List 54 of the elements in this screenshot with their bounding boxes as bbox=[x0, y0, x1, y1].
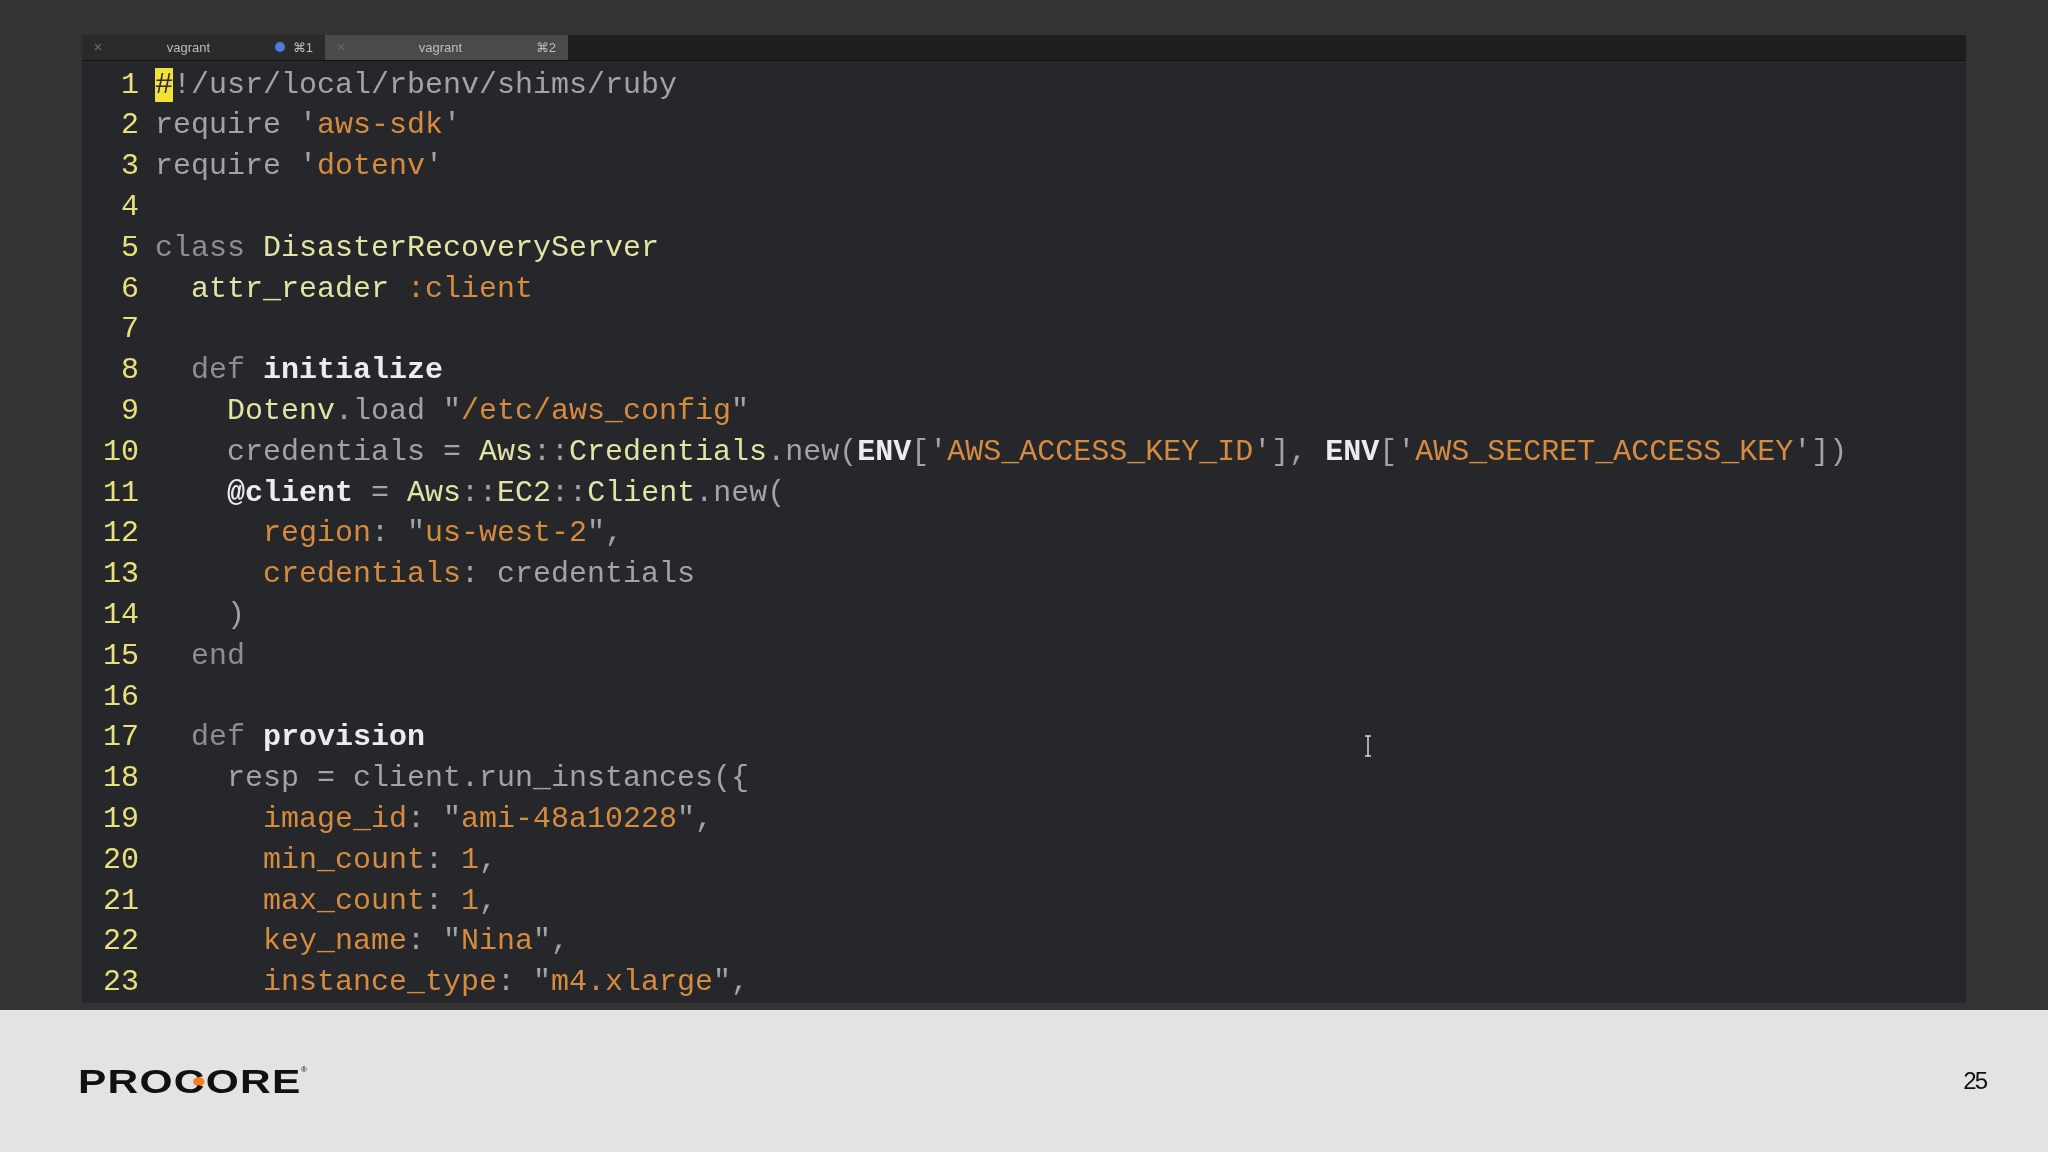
line-number: 18 bbox=[102, 760, 139, 798]
tab-shortcut: ⌘2 bbox=[535, 38, 556, 57]
line-number: 5 bbox=[120, 229, 139, 267]
line-number: 4 bbox=[120, 189, 139, 227]
code-line: Dotenv.load "/etc/aws_config" bbox=[226, 393, 750, 431]
registered-mark: ® bbox=[300, 1064, 307, 1076]
close-icon[interactable] bbox=[94, 43, 102, 52]
code-line: ) bbox=[226, 597, 245, 635]
line-number: 2 bbox=[120, 107, 139, 145]
code-line: key_name: "Nina", bbox=[262, 923, 570, 961]
code-line: image_id: "ami-48a10228", bbox=[262, 801, 714, 838]
code-line: end bbox=[190, 637, 245, 675]
code-line: @client = Aws::EC2::Client.new( bbox=[226, 474, 786, 512]
terminal-tab[interactable]: vagrant ⌘1 bbox=[82, 35, 325, 60]
code-line: region: "us-west-2", bbox=[262, 515, 624, 553]
tab-title: vagrant bbox=[417, 38, 464, 57]
code-line: require 'aws-sdk' bbox=[155, 107, 462, 145]
line-number: 21 bbox=[102, 882, 139, 920]
page-number: 25 bbox=[1963, 1066, 1986, 1096]
line-number: 12 bbox=[102, 515, 139, 553]
code-line: resp = client.run_instances({ bbox=[226, 760, 750, 798]
line-number: 22 bbox=[102, 923, 139, 961]
line-number: 3 bbox=[120, 148, 139, 186]
line-number: 11 bbox=[102, 474, 139, 512]
line-number: 1 bbox=[120, 66, 139, 104]
text-cursor-icon bbox=[1364, 734, 1372, 757]
line-number: 14 bbox=[102, 597, 139, 635]
code-line: instance_type: "m4.xlarge", bbox=[262, 964, 750, 1002]
line-number: 8 bbox=[120, 352, 139, 390]
line-number: 15 bbox=[102, 637, 139, 675]
line-number: 19 bbox=[102, 801, 139, 838]
close-icon[interactable] bbox=[337, 43, 345, 52]
code-line: credentials: credentials bbox=[262, 556, 696, 594]
code-line: #!/usr/local/rbenv/shims/ruby bbox=[155, 66, 678, 104]
line-number: 7 bbox=[120, 311, 139, 349]
code-line: require 'dotenv' bbox=[155, 148, 444, 186]
line-number: 10 bbox=[102, 433, 139, 471]
line-number: 9 bbox=[120, 393, 139, 431]
code-line: max_count: 1, bbox=[262, 882, 498, 920]
terminal-tab[interactable]: vagrant ⌘2 bbox=[325, 35, 568, 60]
line-number: 17 bbox=[102, 719, 139, 757]
line-number: 6 bbox=[120, 270, 139, 308]
line-number: 13 bbox=[102, 556, 139, 594]
code-line: attr_reader :client bbox=[190, 270, 534, 308]
code-line: min_count: 1, bbox=[262, 841, 498, 879]
code-line: class DisasterRecoveryServer bbox=[155, 229, 660, 267]
line-number: 20 bbox=[102, 841, 139, 879]
code-line: def provision bbox=[190, 719, 426, 757]
line-number: 23 bbox=[102, 964, 139, 1002]
code-line: def initialize bbox=[190, 352, 444, 390]
tab-shortcut: ⌘1 bbox=[292, 38, 313, 57]
line-number: 16 bbox=[102, 678, 139, 716]
tab-title: vagrant bbox=[165, 38, 212, 57]
code-line: credentials = Aws::Credentials.new(ENV['AWS_ACCESS_KEY_ID'], ENV['AWS_SECRET_ACCESS_KEY']) bbox=[226, 433, 1848, 471]
